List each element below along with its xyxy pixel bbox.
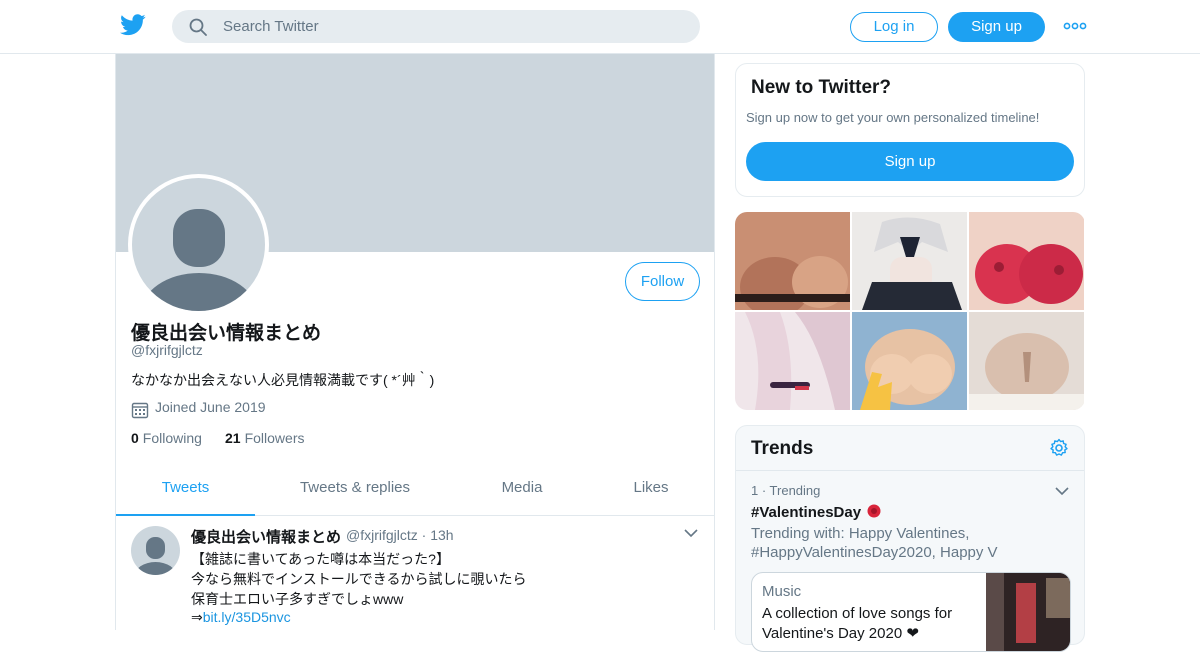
tweet-text-line: 今なら無料でインストールできるから試しに覗いたら [191,571,527,587]
media-thumbnail[interactable] [852,212,967,310]
top-navigation-bar: Search Twitter Log in Sign up [0,0,1200,54]
arrow-prefix: ⇒ [191,609,203,625]
tweet-author-name[interactable]: 優良出会い情報まとめ [191,526,341,547]
signup-button[interactable]: Sign up [948,12,1045,42]
search-input[interactable]: Search Twitter [223,18,319,35]
calendar-icon [131,402,149,419]
tweet-link-line: ⇒bit.ly/35D5nvc [191,609,291,626]
profile-media-grid [735,212,1085,410]
tab-tweets-and-replies[interactable]: Tweets & replies [281,464,429,516]
following-label: Following [142,430,202,446]
tweet-item[interactable]: 優良出会い情報まとめ @fxjrifgjlctz · 13h 【雑誌に書いてあっ… [116,516,714,630]
following-link[interactable]: 0 Following [131,430,202,446]
gear-icon[interactable] [1049,438,1069,458]
profile-avatar[interactable] [128,174,269,315]
followers-count: 21 [225,430,241,446]
tweet-text-line: 【雑誌に書いてあった噂は本当だった?】 [191,551,450,567]
tab-media[interactable]: Media [476,464,568,516]
trend-hashtag[interactable]: #ValentinesDay [751,503,883,521]
trends-title: Trends [751,438,814,459]
new-to-twitter-title: New to Twitter? [751,77,892,98]
tweet-link[interactable]: bit.ly/35D5nvc [203,609,291,625]
followers-label: Followers [244,430,305,446]
tweet-avatar[interactable] [131,526,180,575]
profile-display-name: 優良出会い情報まとめ [131,323,322,344]
default-avatar-icon [132,178,265,311]
follow-button[interactable]: Follow [625,262,700,301]
more-dots-icon[interactable] [1063,18,1087,34]
profile-column: Follow 優良出会い情報まとめ @fxjrifgjlctz なかなか出会えな… [115,54,715,630]
new-to-twitter-card: New to Twitter? Sign up now to get your … [735,63,1085,197]
trends-header: Trends [736,426,1084,471]
moment-title: A collection of love songs for Valentine… [762,605,953,642]
rose-emoji-icon [867,504,881,518]
profile-tabs: Tweets Tweets & replies Media Likes [116,464,714,516]
tweet-text-line: 保育士エロい子多すぎでしょwww [191,591,404,607]
new-to-twitter-subtitle: Sign up now to get your own personalized… [746,110,1040,125]
media-thumbnail[interactable] [969,212,1084,310]
followers-link[interactable]: 21 Followers [225,430,304,446]
trend-related-text: Trending with: Happy Valentines, #HappyV… [751,525,998,561]
moment-thumbnail [986,573,1070,651]
following-count: 0 [131,430,139,446]
trend-hashtag-text: #ValentinesDay [751,504,862,521]
search-bar[interactable]: Search Twitter [172,10,700,43]
media-thumbnail[interactable] [969,312,1084,410]
trend-rank-label: 1 · Trending [751,483,821,498]
joined-date: Joined June 2019 [155,399,266,415]
trend-moment-card[interactable]: Music A collection of love songs for Val… [751,572,1071,652]
trends-card: Trends 1 · Trending #ValentinesDay Trend… [735,425,1085,652]
tweet-handle-time: @fxjrifgjlctz · 13h [346,527,454,543]
tab-tweets[interactable]: Tweets [116,464,255,516]
profile-handle: @fxjrifgjlctz [131,342,203,358]
chevron-down-icon[interactable] [684,528,698,538]
moment-category: Music [762,583,802,600]
media-thumbnail[interactable] [735,212,850,310]
login-button[interactable]: Log in [850,12,938,42]
profile-bio: なかなか出会えない人必見情報満載です( *´艸｀) [131,372,435,388]
chevron-down-icon[interactable] [1055,486,1069,496]
tab-likes[interactable]: Likes [606,464,696,516]
media-thumbnail[interactable] [852,312,967,410]
media-thumbnail[interactable] [735,312,850,410]
sidebar-signup-button[interactable]: Sign up [746,142,1074,181]
search-icon [189,18,207,36]
twitter-bird-icon[interactable] [120,14,146,36]
